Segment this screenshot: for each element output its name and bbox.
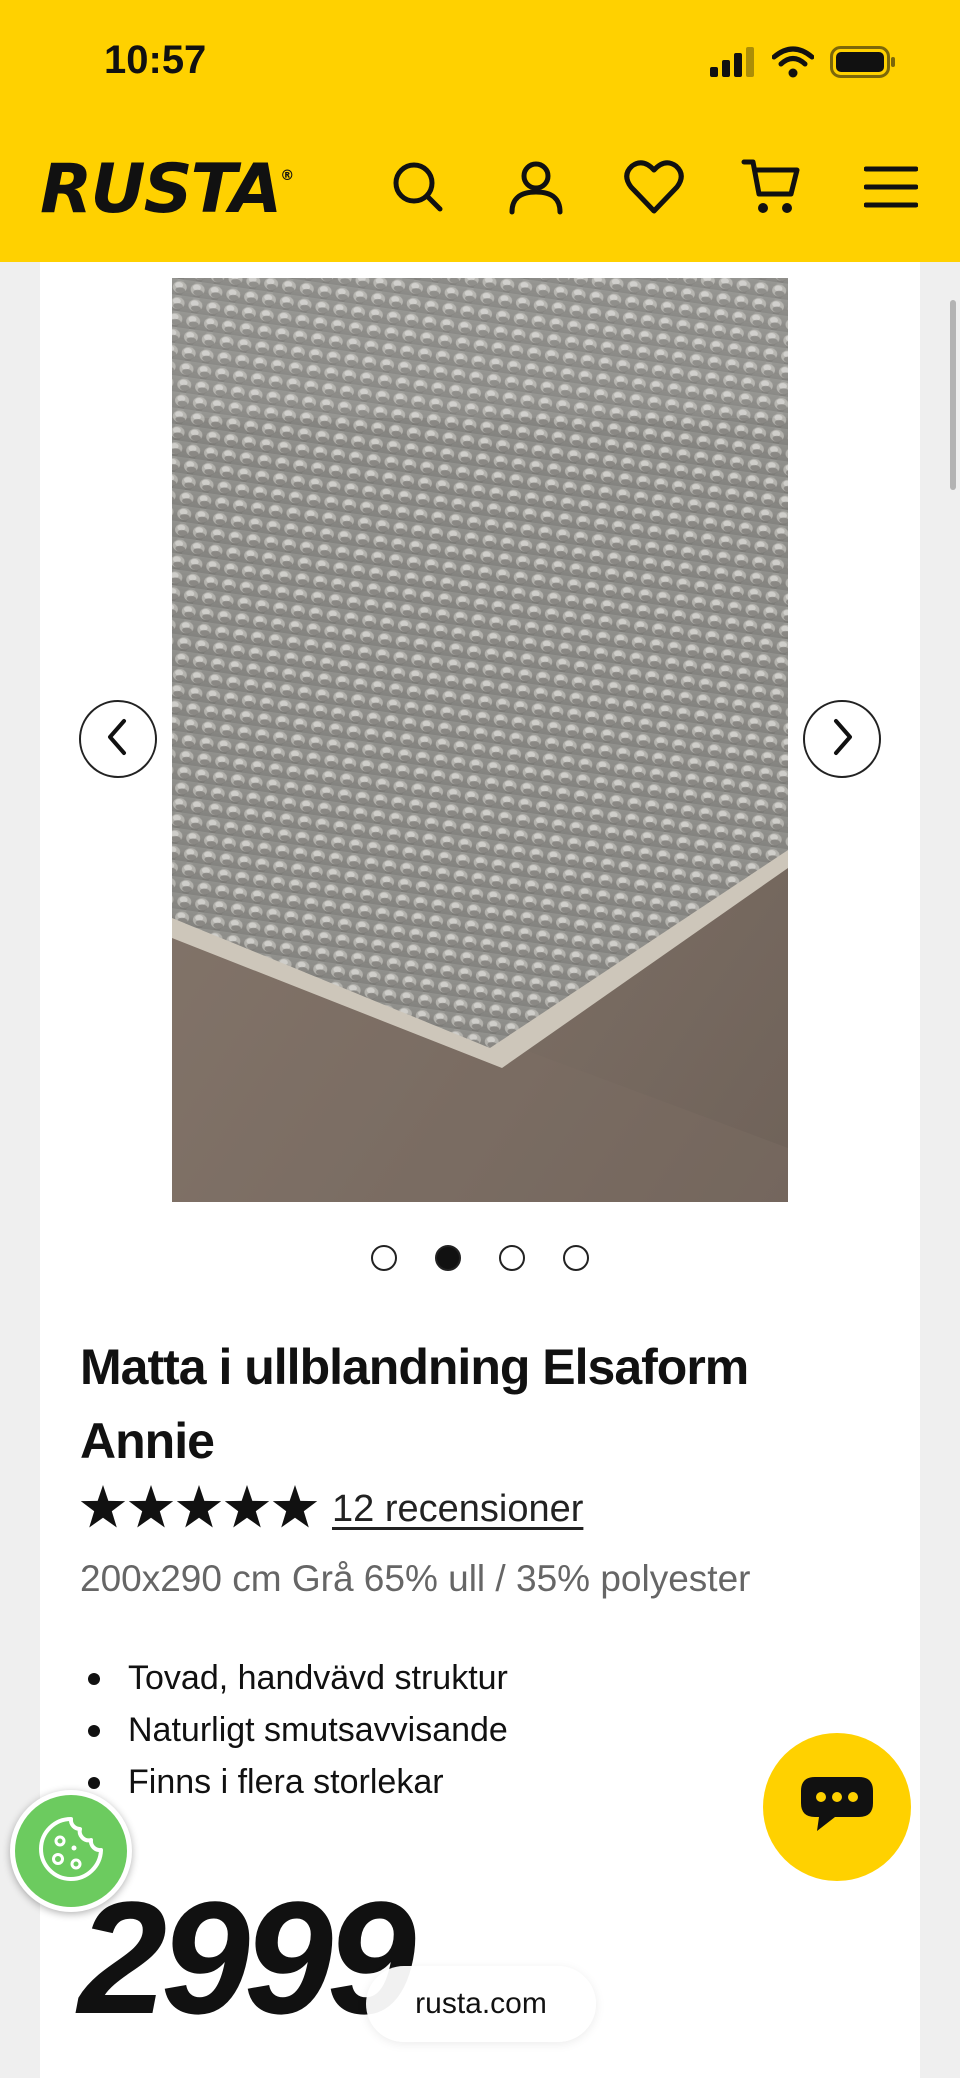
rug-photo	[172, 278, 788, 1202]
reviews-link[interactable]: 12 recensioner	[332, 1488, 583, 1531]
logo-registered-mark: ®	[280, 168, 294, 185]
status-icons	[710, 44, 896, 84]
menu-button[interactable]	[856, 154, 926, 224]
account-icon	[507, 158, 565, 221]
chat-button[interactable]	[763, 1733, 911, 1881]
star-icon	[128, 1484, 174, 1534]
search-button[interactable]	[383, 154, 453, 224]
browser-url-bar[interactable]: rusta.com	[366, 1966, 596, 2042]
star-rating	[80, 1484, 318, 1534]
chat-bubble-icon	[797, 1773, 877, 1842]
rating-row: 12 recensioner	[80, 1484, 583, 1534]
cookie-settings-button[interactable]	[10, 1790, 132, 1912]
search-icon	[390, 159, 446, 220]
product-features: Tovad, handvävd struktur Naturligt smuts…	[80, 1652, 508, 1808]
star-icon	[80, 1484, 126, 1534]
site-header: 10:57 RUSTA®	[0, 0, 960, 262]
star-icon	[176, 1484, 222, 1534]
chevron-left-icon	[103, 717, 133, 762]
feature-item: Tovad, handvävd struktur	[80, 1652, 508, 1704]
next-image-button[interactable]	[803, 700, 881, 778]
product-image[interactable]	[172, 278, 788, 1202]
previous-image-button[interactable]	[79, 700, 157, 778]
carousel-dot-1[interactable]	[371, 1245, 397, 1271]
chevron-right-icon	[827, 717, 857, 762]
heart-icon	[624, 159, 684, 220]
signal-icon	[710, 46, 756, 82]
menu-icon	[863, 164, 919, 215]
carousel-dot-4[interactable]	[563, 1245, 589, 1271]
scrollbar[interactable]	[950, 300, 956, 490]
battery-icon	[830, 45, 896, 83]
status-time: 10:57	[104, 38, 207, 82]
wifi-icon	[771, 46, 815, 83]
logo-text: RUSTA	[40, 150, 282, 229]
feature-item: Naturligt smutsavvisande	[80, 1704, 508, 1756]
carousel-dot-3[interactable]	[499, 1245, 525, 1271]
wishlist-button[interactable]	[619, 154, 689, 224]
feature-item: Finns i flera storlekar	[80, 1756, 508, 1808]
star-icon	[224, 1484, 270, 1534]
account-button[interactable]	[501, 154, 571, 224]
status-bar: 10:57	[0, 0, 960, 130]
star-icon	[272, 1484, 318, 1534]
carousel-dots	[0, 1245, 960, 1271]
product-title: Matta i ullblandning Elsaform Annie	[80, 1339, 749, 1469]
carousel-dot-2[interactable]	[435, 1245, 461, 1271]
cookie-icon	[36, 1814, 106, 1889]
product-variant: 200x290 cm Grå 65% ull / 35% polyester	[80, 1558, 751, 1599]
cart-icon	[741, 156, 803, 223]
rusta-logo[interactable]: RUSTA®	[40, 150, 294, 229]
product-price: 2999	[78, 1868, 416, 2047]
navbar: RUSTA®	[0, 140, 960, 240]
cart-button[interactable]	[737, 154, 807, 224]
